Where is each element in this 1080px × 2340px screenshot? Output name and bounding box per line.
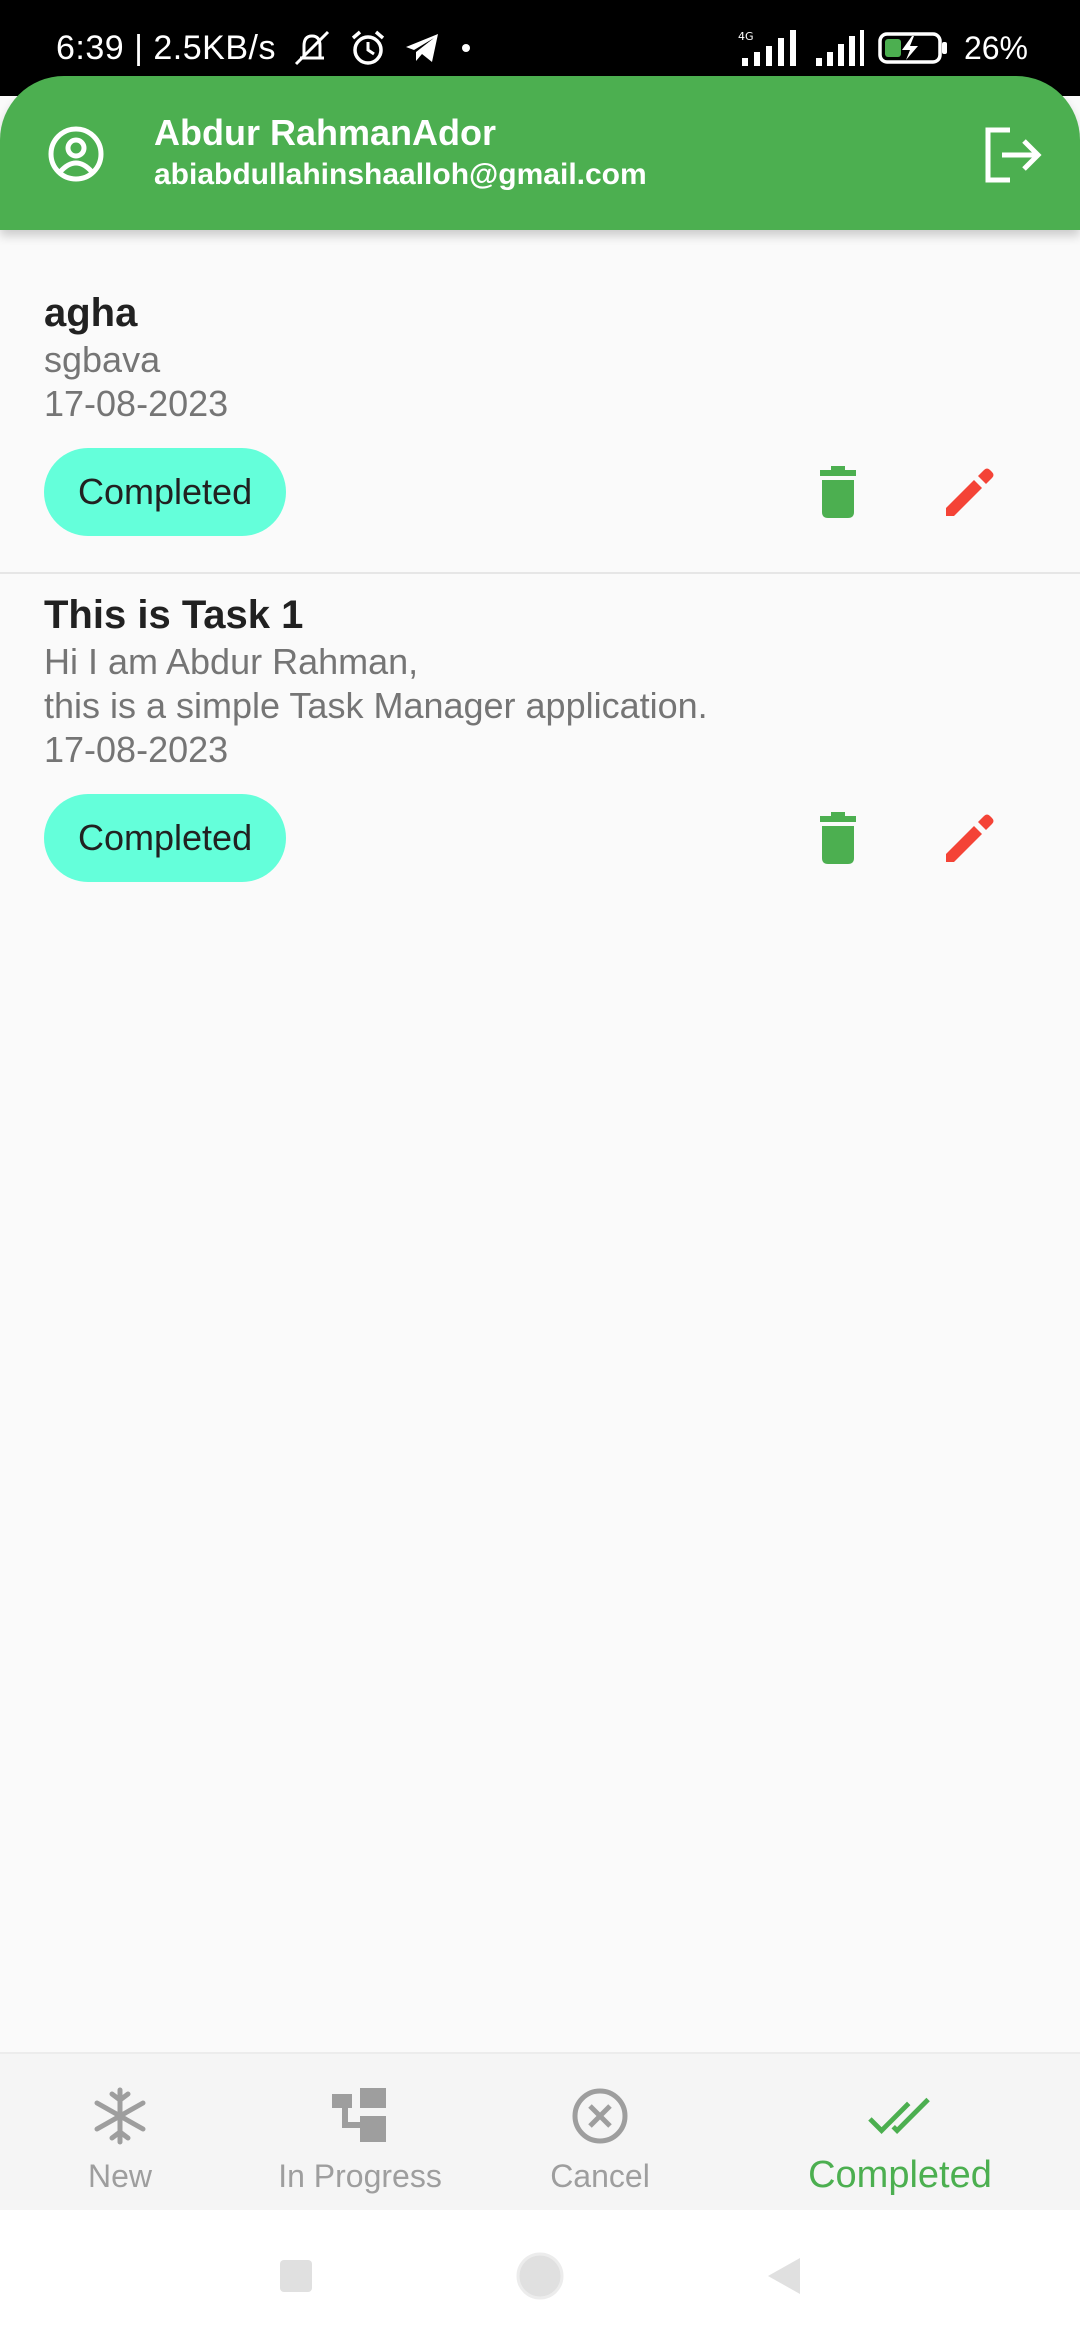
signal-icon xyxy=(814,28,864,68)
status-time: 6:39 | 2.5KB/s xyxy=(56,28,276,67)
alarm-icon xyxy=(348,28,388,68)
dot-icon xyxy=(456,38,476,58)
task-card[interactable]: This is Task 1 Hi I am Abdur Rahman, thi… xyxy=(0,572,1080,918)
system-navigation-bar xyxy=(0,2210,1080,2340)
account-circle-icon[interactable] xyxy=(46,124,106,184)
snowflake-icon xyxy=(88,2084,152,2148)
task-title: agha xyxy=(44,291,138,335)
task-list: agha sgbava 17-08-2023 Completed This is… xyxy=(0,250,1080,918)
status-chip[interactable]: Completed xyxy=(44,448,287,536)
double-check-icon xyxy=(868,2084,932,2148)
bottom-navigation: New In Progress Cancel Completed xyxy=(0,2052,1080,2210)
status-chip[interactable]: Completed xyxy=(44,794,287,882)
task-date: 17-08-2023 xyxy=(44,729,229,770)
network-tag: 4G xyxy=(738,30,754,43)
status-right: 4G 26% xyxy=(734,24,1028,72)
edit-icon[interactable] xyxy=(944,812,996,864)
logout-icon[interactable] xyxy=(982,124,1044,186)
task-card[interactable]: agha sgbava 17-08-2023 Completed xyxy=(0,250,1080,572)
delete-icon[interactable] xyxy=(812,466,864,518)
home-icon[interactable] xyxy=(512,2248,568,2304)
task-description: sgbava xyxy=(44,339,161,380)
task-actions-row: Completed xyxy=(44,794,1036,882)
back-icon[interactable] xyxy=(756,2248,812,2304)
nav-label-new: New xyxy=(87,2158,152,2194)
edit-icon[interactable] xyxy=(944,466,996,518)
task-date: 17-08-2023 xyxy=(44,383,229,424)
mute-icon xyxy=(290,28,334,68)
delete-icon[interactable] xyxy=(812,812,864,864)
nav-item-in-progress[interactable]: In Progress xyxy=(270,2054,450,2212)
task-description: Hi I am Abdur Rahman, this is a simple T… xyxy=(44,641,708,726)
recent-apps-icon[interactable] xyxy=(268,2248,324,2304)
user-name: Abdur RahmanAdor xyxy=(154,112,496,153)
task-title: This is Task 1 xyxy=(44,593,304,637)
cancel-circle-icon xyxy=(568,2084,632,2148)
nav-label-cancel: Cancel xyxy=(550,2158,650,2194)
app-header: Abdur RahmanAdor abiabdullahinshaalloh@g… xyxy=(0,76,1080,230)
battery-percent: 26% xyxy=(963,29,1028,66)
nav-item-cancel[interactable]: Cancel xyxy=(540,2054,660,2212)
nav-item-completed[interactable]: Completed xyxy=(790,2054,1010,2212)
workflow-icon xyxy=(328,2084,392,2148)
screen: 6:39 | 2.5KB/s 4G 26% Abdur RahmanAdor a… xyxy=(0,0,1080,2340)
nav-label-completed: Completed xyxy=(808,2154,992,2196)
battery-charging-icon xyxy=(878,28,950,68)
nav-label-in-progress: In Progress xyxy=(278,2158,442,2194)
signal-icon: 4G xyxy=(734,28,800,68)
status-left: 6:39 | 2.5KB/s xyxy=(56,24,476,72)
nav-item-new[interactable]: New xyxy=(60,2054,180,2212)
task-actions-row: Completed xyxy=(44,448,1036,536)
user-email: abiabdullahinshaalloh@gmail.com xyxy=(154,158,647,191)
telegram-icon xyxy=(402,30,442,66)
